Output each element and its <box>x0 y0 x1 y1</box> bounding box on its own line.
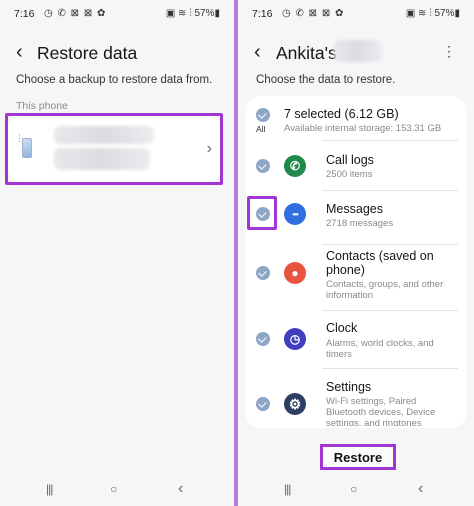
select-all-checkbox[interactable] <box>256 108 270 122</box>
navigation-bar: ||| ○ ‹ <box>0 480 234 498</box>
item-title: Messages <box>326 202 383 216</box>
status-bar: 7:16 ◷ ✆ ⊠ ⊠ ✿ ▣ ≋ ⫶ 57%▮ <box>252 8 460 22</box>
system-status-icons: ▣ ≋ ⫶ 57%▮ <box>165 8 220 19</box>
settings-checkbox[interactable] <box>256 397 270 411</box>
item-subtitle: Wi-Fi settings, Paired <box>326 396 417 407</box>
system-status-icons: ▣ ≋ ⫶ 57%▮ <box>405 8 460 19</box>
back-arrow-icon[interactable]: ‹ <box>16 42 23 62</box>
item-subtitle-line2: Bluetooth devices, Device <box>326 407 436 418</box>
storage-info: Available internal storage: 153.31 GB <box>284 123 442 134</box>
home-button[interactable]: ○ <box>110 482 117 496</box>
more-options-icon[interactable]: ⋮ <box>442 44 456 58</box>
page-subtitle: Choose a backup to restore data from. <box>16 74 213 86</box>
navigation-bar: ||| ○ ‹ <box>238 480 474 498</box>
left-phone-screen: 7:16 ◷ ✆ ⊠ ⊠ ✿ ▣ ≋ ⫶ 57%▮ ‹ Restore data… <box>0 0 234 506</box>
divider <box>322 244 458 245</box>
device-name-redacted <box>334 40 382 62</box>
item-subtitle-line3: settings, and ringtones <box>326 418 422 426</box>
home-button[interactable]: ○ <box>350 482 357 496</box>
item-subtitle: 2500 items <box>326 169 373 180</box>
item-subtitle: Contacts, groups, and other <box>326 279 444 290</box>
recents-button[interactable]: ||| <box>284 482 291 496</box>
page-subtitle: Choose the data to restore. <box>256 74 396 86</box>
status-time: 7:16 <box>252 8 273 20</box>
select-all-label: All <box>256 124 266 134</box>
divider <box>322 190 458 191</box>
page-title: Ankita's <box>276 43 337 63</box>
item-title: Call logs <box>326 153 374 167</box>
contacts-icon: ● <box>284 262 306 284</box>
messages-icon: ••• <box>284 203 306 225</box>
backup-item-highlight <box>5 113 223 185</box>
item-subtitle: Alarms, world clocks, and <box>326 338 434 349</box>
clock-checkbox[interactable] <box>256 332 270 346</box>
status-bar: 7:16 ◷ ✆ ⊠ ⊠ ✿ ▣ ≋ ⫶ 57%▮ <box>14 8 220 22</box>
divider <box>322 140 458 141</box>
summary-title: 7 selected (6.12 GB) <box>284 107 399 121</box>
item-title-line2: phone) <box>326 263 365 277</box>
notification-icons: ◷ ✆ ⊠ ⊠ ✿ <box>282 8 345 19</box>
notification-icons: ◷ ✆ ⊠ ⊠ ✿ <box>44 8 107 19</box>
settings-icon: ⚙ <box>284 393 306 415</box>
messages-checkbox-highlight <box>247 196 277 230</box>
data-list-card: All 7 selected (6.12 GB) Available inter… <box>246 96 466 428</box>
status-time: 7:16 <box>14 8 35 20</box>
clock-icon: ◷ <box>284 328 306 350</box>
nav-back-button[interactable]: ‹ <box>178 480 183 498</box>
item-subtitle-line2: timers <box>326 349 352 360</box>
section-label-this-phone: This phone <box>16 100 68 112</box>
right-phone-screen: 7:16 ◷ ✆ ⊠ ⊠ ✿ ▣ ≋ ⫶ 57%▮ ‹ Ankita's ⋮ C… <box>238 0 474 506</box>
nav-back-button[interactable]: ‹ <box>418 480 423 498</box>
restore-button[interactable]: Restore <box>320 444 396 470</box>
divider <box>322 310 458 311</box>
contacts-checkbox[interactable] <box>256 266 270 280</box>
item-title: Settings <box>326 380 372 394</box>
page-title: Restore data <box>37 43 138 63</box>
item-title: Clock <box>326 321 358 335</box>
call-logs-checkbox[interactable] <box>256 159 270 173</box>
divider <box>322 368 458 369</box>
back-arrow-icon[interactable]: ‹ <box>254 42 261 62</box>
item-title: Contacts (saved on <box>326 249 434 263</box>
recents-button[interactable]: ||| <box>46 482 53 496</box>
phone-icon: ✆ <box>284 155 306 177</box>
item-subtitle: 2718 messages <box>326 218 394 229</box>
item-subtitle-line2: information <box>326 290 373 301</box>
